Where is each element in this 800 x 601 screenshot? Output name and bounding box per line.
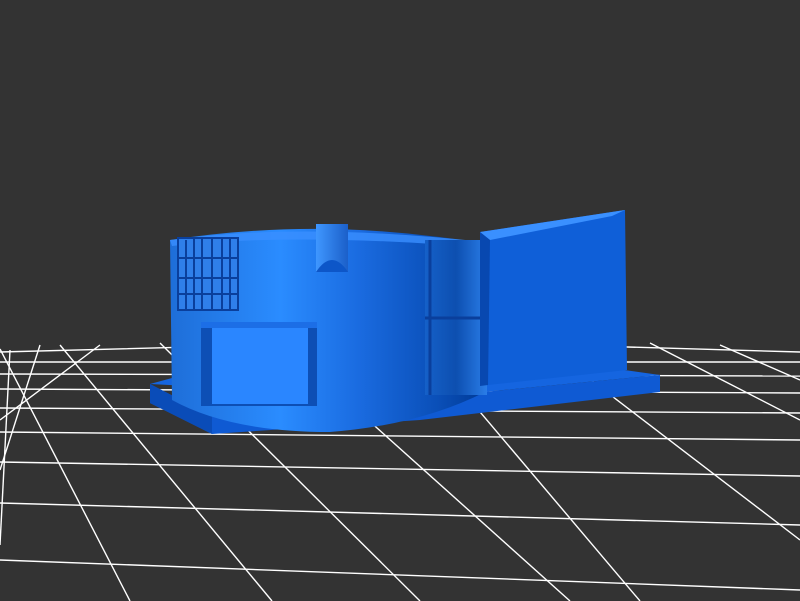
- scene-canvas[interactable]: [0, 0, 800, 601]
- 3d-model[interactable]: [150, 210, 660, 434]
- vent-grille: [177, 237, 239, 311]
- 3d-viewport[interactable]: [0, 0, 800, 601]
